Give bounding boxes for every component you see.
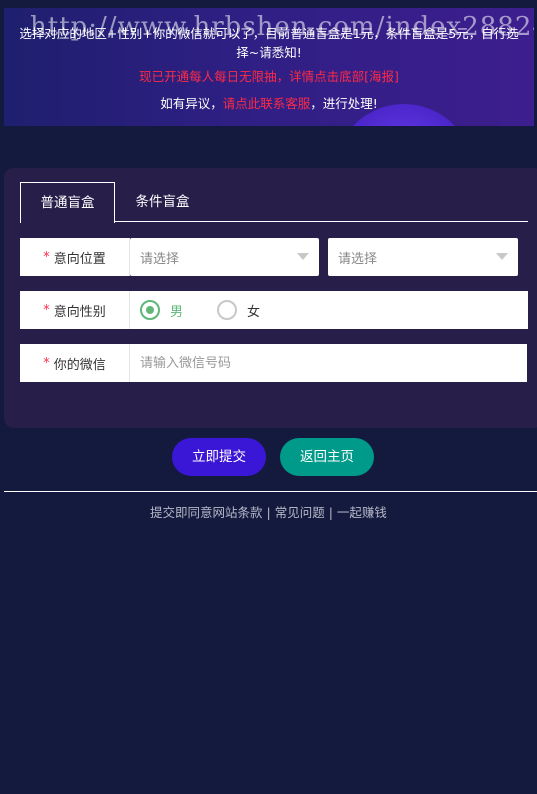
wechat-row: * 你的微信	[20, 344, 527, 382]
gender-option-male-label: 男	[170, 304, 184, 320]
tab-condition-box[interactable]: 条件盲盒	[115, 182, 210, 222]
wechat-label: * 你的微信	[20, 344, 130, 382]
location-select-1[interactable]: 请选择	[130, 238, 319, 276]
footer-separator: |	[262, 505, 275, 520]
gender-label-text: 意向性别	[53, 304, 106, 320]
location-select-1-placeholder: 请选择	[140, 251, 180, 267]
divider	[4, 491, 537, 492]
gender-options: 男 女	[130, 291, 528, 329]
tab-normal-box[interactable]: 普通盲盒	[20, 182, 115, 223]
chevron-down-icon	[297, 253, 309, 260]
terms-link[interactable]: 提交即同意网站条款	[150, 505, 263, 520]
gender-label: * 意向性别	[20, 291, 130, 329]
gender-option-female[interactable]: 女	[217, 300, 260, 320]
notice-banner: http://www.hrbshen.com/index28824 选择对应的地…	[4, 8, 534, 126]
required-mark: *	[43, 355, 50, 371]
radio-unchecked-icon[interactable]	[217, 300, 238, 320]
location-row: * 意向位置 请选择 请选择	[20, 238, 518, 276]
notice-line-3: 如有异议，请点此联系客服，进行处理!	[4, 94, 534, 113]
gender-option-male[interactable]: 男	[140, 300, 183, 320]
back-home-button[interactable]: 返回主页	[280, 438, 374, 476]
faq-link[interactable]: 常见问题	[275, 505, 325, 520]
contact-service-link[interactable]: 请点此联系客服	[223, 96, 311, 111]
box-type-tabs: 普通盲盒 条件盲盒	[20, 182, 528, 223]
wechat-input[interactable]	[140, 355, 527, 371]
chevron-down-icon	[496, 253, 508, 260]
wechat-label-text: 你的微信	[53, 357, 106, 373]
footer-links: 提交即同意网站条款 | 常见问题 | 一起赚钱	[0, 502, 537, 521]
wechat-field	[130, 344, 527, 382]
notice-line-1: 选择对应的地区+性别+你的微信就可以了，目前普通盲盒是1元，条件盲盒是5元，自行…	[19, 26, 519, 60]
notice-line-2[interactable]: 现已开通每人每日无限抽，详情点击底部[海报]	[4, 67, 534, 86]
radio-checked-icon[interactable]	[140, 300, 160, 320]
submit-button[interactable]: 立即提交	[172, 438, 266, 476]
required-mark: *	[43, 249, 50, 265]
location-label: * 意向位置	[20, 238, 130, 276]
required-mark: *	[43, 302, 50, 318]
notice-line-3-prefix: 如有异议，	[160, 96, 223, 111]
gender-option-female-label: 女	[247, 304, 261, 320]
earn-together-link[interactable]: 一起赚钱	[337, 505, 387, 520]
gender-row: * 意向性别 男 女	[20, 291, 528, 329]
location-select-2-placeholder: 请选择	[338, 251, 378, 267]
location-label-text: 意向位置	[53, 251, 106, 267]
location-select-2[interactable]: 请选择	[328, 238, 518, 276]
footer-separator: |	[324, 505, 337, 520]
notice-line-3-suffix: ，进行处理!	[310, 96, 378, 111]
